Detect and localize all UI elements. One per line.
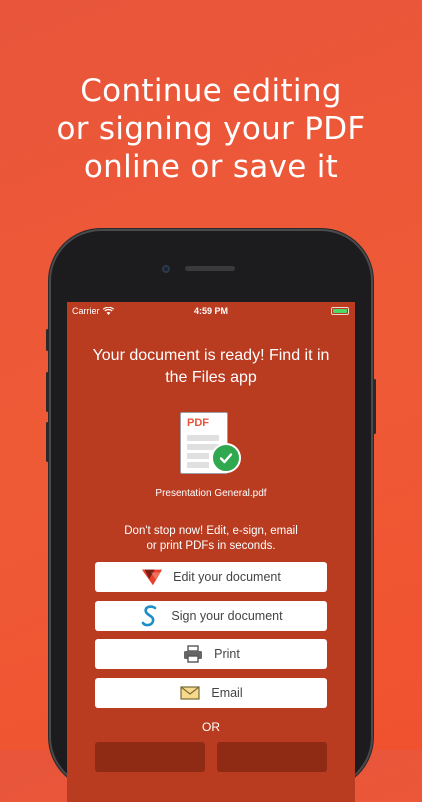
phone-side-button — [46, 329, 49, 351]
headline: Continue editing or signing your PDF onl… — [0, 72, 422, 186]
edit-document-label: Edit your document — [173, 570, 281, 584]
status-bar: Carrier 4:59 PM — [67, 302, 355, 320]
promo-line-1: Don't stop now! Edit, e-sign, email — [124, 525, 298, 537]
phone-frame: Carrier 4:59 PM Your document is ready! … — [46, 229, 376, 802]
or-divider: OR — [202, 720, 220, 734]
file-name[interactable]: Presentation General.pdf — [67, 488, 355, 499]
email-label: Email — [211, 686, 243, 700]
pdf-icon-label: PDF — [187, 417, 209, 429]
sign-document-button[interactable]: Sign your document — [95, 601, 327, 631]
battery-icon — [331, 307, 349, 315]
print-label: Print — [214, 647, 240, 661]
email-button[interactable]: Email — [95, 678, 327, 708]
bottom-option-right[interactable] — [217, 742, 327, 772]
bottom-option-left[interactable] — [95, 742, 205, 772]
phone-screen: Carrier 4:59 PM Your document is ready! … — [67, 302, 355, 802]
sign-document-label: Sign your document — [171, 609, 283, 623]
ready-message: Your document is ready! Find it in the F… — [67, 345, 355, 389]
checkmark-icon — [211, 443, 241, 473]
headline-line-1: Continue editing — [80, 73, 342, 109]
edit-logo-icon — [141, 566, 163, 588]
ready-line-2: the Files app — [165, 369, 257, 386]
phone-volume-up — [46, 372, 49, 412]
edit-document-button[interactable]: Edit your document — [95, 562, 327, 592]
envelope-icon — [179, 682, 201, 704]
promo-line-2: or print PDFs in seconds. — [146, 540, 276, 552]
phone-power-button — [373, 379, 376, 434]
status-time: 4:59 PM — [193, 306, 228, 316]
front-camera — [162, 265, 170, 273]
promo-text: Don't stop now! Edit, e-sign, email or p… — [67, 524, 355, 554]
earpiece-speaker — [185, 266, 235, 271]
sign-logo-icon — [139, 605, 161, 627]
print-button[interactable]: Print — [95, 639, 327, 669]
ready-line-1: Your document is ready! Find it in — [92, 347, 330, 364]
phone-volume-down — [46, 422, 49, 462]
headline-line-3: online or save it — [83, 149, 339, 185]
headline-line-2: or signing your PDF — [56, 111, 366, 147]
printer-icon — [182, 643, 204, 665]
